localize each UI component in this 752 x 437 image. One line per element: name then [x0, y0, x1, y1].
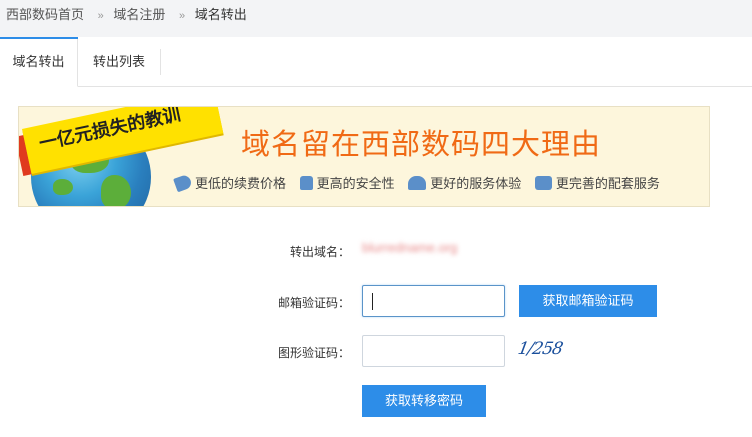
email-code-label: 邮箱验证码：: [277, 296, 350, 310]
feature-item: 更好的服务体验: [408, 173, 521, 192]
breadcrumb-separator: »: [97, 10, 104, 22]
get-email-code-button[interactable]: 获取邮箱验证码: [519, 285, 657, 317]
captcha-input[interactable]: [362, 335, 505, 367]
feature-list: 更低的续费价格 更高的安全性 更好的服务体验 更完善的配套服务: [173, 173, 670, 193]
ribbon-text: 一亿元损失的教训: [37, 106, 183, 154]
feature-item: 更完善的配套服务: [534, 173, 660, 192]
box-icon: [534, 175, 552, 190]
get-transfer-password-button[interactable]: 获取转移密码: [362, 385, 486, 417]
breadcrumb-current: 域名转出: [194, 7, 247, 22]
feature-item: 更高的安全性: [299, 173, 395, 192]
breadcrumb-home-link[interactable]: 西部数码首页: [6, 4, 84, 23]
users-icon: [408, 175, 427, 190]
banner-title: 域名留在西部数码四大理由: [241, 129, 602, 161]
email-code-input[interactable]: [362, 285, 505, 317]
captcha-image[interactable]: 1/258: [516, 339, 584, 361]
tab-transfer-list[interactable]: 转出列表: [78, 49, 161, 75]
tab-domain-transfer-out[interactable]: 域名转出: [0, 37, 78, 87]
lock-icon: [299, 175, 313, 190]
promo-banner[interactable]: 一亿元损失的教训 域名留在西部数码四大理由 更低的续费价格 更高的安全性 更好的…: [18, 106, 710, 207]
text-caret: [372, 293, 373, 310]
domain-value: blurredname.org: [362, 240, 458, 255]
feature-label: 更好的服务体验: [430, 176, 522, 191]
breadcrumb-separator: »: [179, 10, 186, 22]
breadcrumb-domain-register-link[interactable]: 域名注册: [113, 4, 165, 23]
feature-label: 更高的安全性: [316, 176, 395, 191]
captcha-label: 图形验证码：: [277, 346, 350, 360]
breadcrumb: 西部数码首页 » 域名注册 » 域名转出: [0, 0, 752, 37]
feature-item: 更低的续费价格: [173, 173, 287, 192]
tab-bar: 域名转出 转出列表: [0, 37, 752, 87]
feature-label: 更低的续费价格: [195, 176, 287, 191]
tag-icon: [173, 173, 193, 192]
domain-label: 转出域名：: [289, 245, 350, 259]
feature-label: 更完善的配套服务: [555, 176, 660, 191]
captcha-text: 1/258: [516, 339, 564, 359]
